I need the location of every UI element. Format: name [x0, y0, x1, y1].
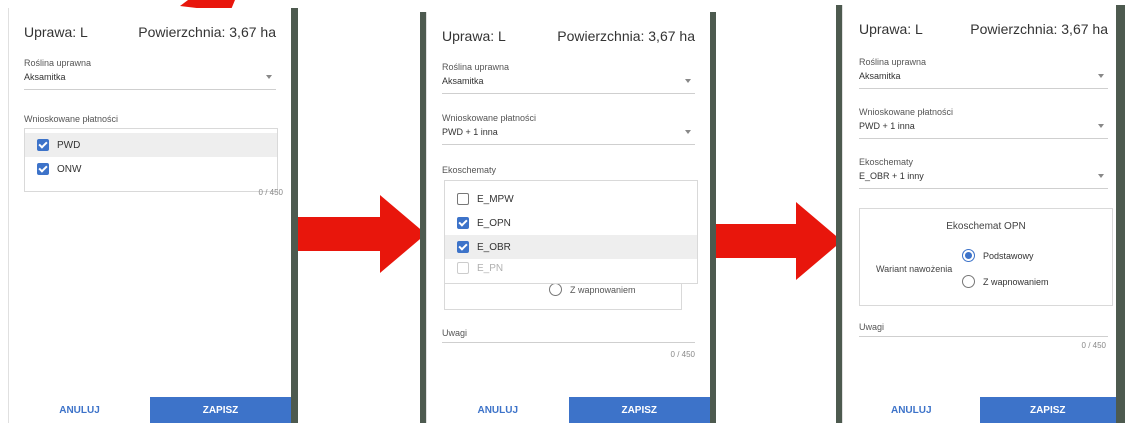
panel-step-1: Uprawa: L Powierzchnia: 3,67 ha Roślina …: [8, 8, 291, 423]
option-e-mpw[interactable]: E_MPW: [445, 187, 697, 211]
payments-field[interactable]: Wnioskowane płatności PWD + 1 inna: [859, 107, 1108, 139]
crop-label: Roślina uprawna: [442, 62, 510, 72]
map-background: [290, 8, 298, 423]
crop-select[interactable]: Aksamitka: [24, 72, 276, 90]
option-label: E_PN: [477, 262, 504, 274]
payments-dropdown[interactable]: PWD ONW: [24, 128, 278, 192]
option-e-opn[interactable]: E_OPN: [445, 211, 697, 235]
option-label: Z wapnowaniem: [983, 276, 1049, 287]
arrow-right-icon: [298, 195, 426, 273]
notes-label: Uwagi: [442, 328, 468, 338]
radio-checked-icon[interactable]: [962, 249, 975, 262]
cancel-button[interactable]: ANULUJ: [843, 397, 980, 423]
crop-field[interactable]: Roślina uprawna Aksamitka: [442, 62, 695, 94]
payments-label: Wnioskowane płatności: [442, 113, 537, 123]
payments-value: PWD + 1 inna: [859, 121, 915, 131]
checkbox-checked-icon[interactable]: [37, 163, 49, 175]
panel-header: Uprawa: L Powierzchnia: 3,67 ha: [859, 21, 1108, 37]
ecoschemes-select[interactable]: E_OBR + 1 inny: [859, 171, 1108, 189]
option-pwd[interactable]: PWD: [25, 133, 277, 157]
payments-label: Wnioskowane płatności: [24, 114, 119, 124]
payments-field[interactable]: Wnioskowane płatności PWD + 1 inna: [442, 113, 695, 145]
option-label: PWD: [57, 139, 81, 151]
ecoscheme-box-title: Ekoschemat OPN: [946, 221, 1026, 232]
cancel-button[interactable]: ANULUJ: [427, 397, 569, 423]
option-label: Z wapnowaniem: [570, 284, 636, 295]
chevron-down-icon: [1098, 124, 1104, 128]
area-label: Powierzchnia: 3,67 ha: [557, 28, 695, 44]
notes-input[interactable]: [859, 336, 1108, 337]
save-button[interactable]: ZAPISZ: [150, 397, 291, 423]
notes-counter: 0 / 450: [1081, 341, 1106, 350]
save-button[interactable]: ZAPISZ: [979, 397, 1116, 423]
panel-footer: ANULUJ ZAPISZ: [9, 397, 291, 423]
crop-field[interactable]: Roślina uprawna Aksamitka: [859, 57, 1108, 89]
option-label: Podstawowy: [983, 250, 1034, 261]
fert-option-lime[interactable]: Z wapnowaniem: [962, 275, 1049, 288]
crop-label: Roślina uprawna: [24, 58, 92, 68]
panel-header: Uprawa: L Powierzchnia: 3,67 ha: [442, 28, 695, 44]
option-label: E_OBR: [477, 241, 511, 253]
ecoschemes-label: Ekoschematy: [442, 165, 497, 175]
payments-select[interactable]: PWD + 1 inna: [859, 121, 1108, 139]
crop-title: Uprawa: L: [442, 28, 506, 44]
payments-value: PWD + 1 inna: [442, 127, 498, 137]
checkbox-checked-icon[interactable]: [457, 217, 469, 229]
panel-step-2: Uprawa: L Powierzchnia: 3,67 ha Roślina …: [426, 12, 710, 423]
crop-title: Uprawa: L: [859, 21, 923, 37]
chevron-down-icon: [685, 130, 691, 134]
cancel-button[interactable]: ANULUJ: [9, 397, 150, 423]
save-button[interactable]: ZAPISZ: [568, 397, 710, 423]
chevron-down-icon: [266, 75, 272, 79]
option-label: ONW: [57, 163, 82, 175]
ecoschemes-dropdown[interactable]: E_MPW E_OPN E_OBR E_PN: [444, 180, 698, 284]
checkbox-checked-icon[interactable]: [37, 139, 49, 151]
notes-counter: 0 / 450: [670, 350, 695, 359]
crop-select[interactable]: Aksamitka: [442, 76, 695, 94]
fert-option-partial: Z wapnowaniem: [549, 283, 636, 296]
arrow-right-icon: [716, 202, 842, 280]
ecoscheme-opn-box: Ekoschemat OPN Wariant nawożenia Podstaw…: [859, 208, 1113, 306]
crop-label: Roślina uprawna: [859, 57, 927, 67]
fert-option-basic[interactable]: Podstawowy: [962, 249, 1034, 262]
crop-value: Aksamitka: [442, 76, 484, 86]
checkbox-unchecked-icon[interactable]: [457, 262, 469, 274]
area-label: Powierzchnia: 3,67 ha: [970, 21, 1108, 37]
notes-label: Uwagi: [859, 322, 885, 332]
checkbox-unchecked-icon[interactable]: [457, 193, 469, 205]
notes-counter-partial: 0 / 450: [258, 188, 283, 197]
option-onw[interactable]: ONW: [25, 157, 277, 181]
area-label: Powierzchnia: 3,67 ha: [138, 24, 276, 40]
ecoschemes-label: Ekoschematy: [859, 157, 914, 167]
notes-input[interactable]: [442, 342, 695, 343]
option-e-obr[interactable]: E_OBR: [445, 235, 697, 259]
option-e-pn[interactable]: E_PN: [445, 259, 697, 277]
option-label: E_MPW: [477, 193, 514, 205]
crop-select[interactable]: Aksamitka: [859, 71, 1108, 89]
payments-select[interactable]: PWD + 1 inna: [442, 127, 695, 145]
fert-label: Wariant nawożenia: [876, 264, 953, 274]
ecoschemes-value: E_OBR + 1 inny: [859, 171, 924, 181]
checkbox-checked-icon[interactable]: [457, 241, 469, 253]
chevron-down-icon: [685, 79, 691, 83]
panel-footer: ANULUJ ZAPISZ: [427, 397, 710, 423]
chevron-down-icon: [1098, 74, 1104, 78]
map-background: [1116, 5, 1125, 423]
crop-field[interactable]: Roślina uprawna Aksamitka: [24, 58, 276, 90]
radio-unchecked-icon: [549, 283, 562, 296]
payments-label: Wnioskowane płatności: [859, 107, 954, 117]
crop-title: Uprawa: L: [24, 24, 88, 40]
panel-header: Uprawa: L Powierzchnia: 3,67 ha: [24, 24, 276, 40]
panel-step-3: Uprawa: L Powierzchnia: 3,67 ha Roślina …: [842, 5, 1116, 423]
option-label: E_OPN: [477, 217, 511, 229]
ecoschemes-field[interactable]: Ekoschematy E_OBR + 1 inny: [859, 157, 1108, 189]
radio-unchecked-icon[interactable]: [962, 275, 975, 288]
chevron-down-icon: [1098, 174, 1104, 178]
crop-value: Aksamitka: [859, 71, 901, 81]
panel-footer: ANULUJ ZAPISZ: [843, 397, 1116, 423]
crop-value: Aksamitka: [24, 72, 66, 82]
